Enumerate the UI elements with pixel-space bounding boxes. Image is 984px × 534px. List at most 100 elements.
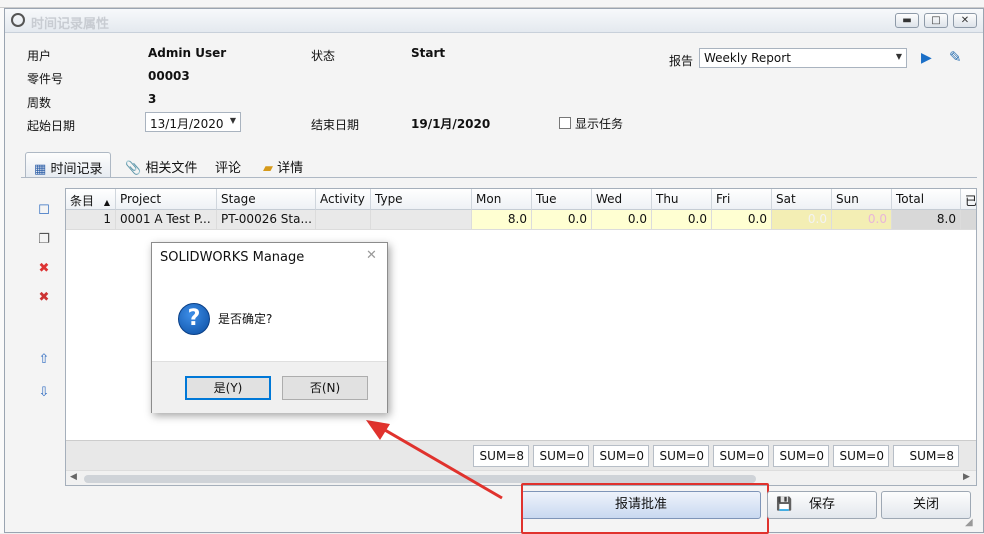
show-tasks-checkbox[interactable]	[559, 117, 571, 129]
week-value: 3	[148, 92, 157, 106]
tab-divider	[21, 177, 977, 178]
user-label: 用户	[27, 49, 52, 63]
chevron-down-icon: ▼	[895, 52, 902, 61]
close-button[interactable]: 关闭	[881, 491, 971, 519]
delete-record-icon[interactable]: ✖	[35, 260, 53, 278]
tab-label: 相关文件	[145, 161, 198, 176]
sum-sat: SUM=0	[773, 445, 829, 467]
status-value: Start	[411, 46, 446, 60]
question-icon: ?	[178, 303, 210, 335]
dialog-close-icon[interactable]: ✕	[366, 248, 377, 263]
column-header[interactable]: Stage	[217, 189, 316, 210]
wed-cell[interactable]: 0.0	[592, 210, 652, 230]
report-label: 报告	[669, 54, 694, 68]
column-header[interactable]: Total	[892, 189, 961, 210]
sun-cell[interactable]: 0.0	[832, 210, 892, 230]
tab-label: 评论	[215, 161, 242, 176]
new-record-icon[interactable]: ☐	[35, 202, 53, 220]
floppy-disk-icon: 💾	[776, 497, 793, 512]
column-header[interactable]: Wed	[592, 189, 652, 210]
row-index[interactable]: 1	[66, 210, 116, 230]
tab-comments[interactable]: 评论	[207, 152, 249, 178]
window-icon	[11, 13, 25, 27]
tab-related-files[interactable]: 📎 相关文件	[117, 152, 205, 178]
scroll-right-icon[interactable]: ▶	[963, 472, 970, 482]
activity-cell[interactable]	[316, 210, 371, 230]
type-cell[interactable]	[371, 210, 472, 230]
move-up-icon[interactable]: ⇧	[35, 351, 53, 369]
tab-label: 详情	[277, 161, 304, 176]
thu-cell[interactable]: 0.0	[652, 210, 712, 230]
column-header[interactable]: Activity	[316, 189, 371, 210]
column-header[interactable]: 条目 ▲	[66, 189, 116, 210]
chevron-down-icon: ▼	[229, 116, 236, 125]
background-toolbar	[0, 0, 984, 8]
part-value: 00003	[148, 69, 190, 83]
sort-ascending-icon: ▲	[103, 198, 110, 207]
save-label: 保存	[808, 497, 835, 512]
mon-cell[interactable]: 8.0	[472, 210, 532, 230]
paperclip-icon: 📎	[125, 161, 142, 176]
column-header[interactable]: Project	[116, 189, 217, 210]
header-text: 条目	[70, 194, 95, 208]
summary-row: SUM=8 SUM=0 SUM=0 SUM=0 SUM=0 SUM=0 SUM=…	[66, 440, 976, 470]
column-header[interactable]: 已	[961, 189, 976, 210]
minimize-button[interactable]: ▬	[895, 13, 919, 28]
end-date-value: 19/1月/2020	[411, 117, 491, 131]
dialog-footer: 是(Y) 否(N)	[152, 361, 387, 413]
sum-tue: SUM=0	[533, 445, 589, 467]
start-date-picker[interactable]: 13/1月/2020 ▼	[145, 112, 241, 132]
sum-total: SUM=8	[893, 445, 959, 467]
column-header[interactable]: Fri	[712, 189, 772, 210]
no-button[interactable]: 否(N)	[282, 376, 368, 400]
yes-button[interactable]: 是(Y)	[185, 376, 271, 400]
stage-cell[interactable]: PT-00026 Sta...	[217, 210, 316, 230]
column-header[interactable]: Sat	[772, 189, 832, 210]
week-label: 周数	[27, 96, 52, 110]
tab-time-records[interactable]: ▦ 时间记录	[25, 152, 112, 178]
sum-fri: SUM=0	[713, 445, 769, 467]
end-date-label: 结束日期	[311, 118, 360, 132]
tab-label: 时间记录	[50, 162, 103, 177]
extra-cell	[961, 210, 976, 230]
run-report-icon[interactable]: ▶	[921, 50, 932, 66]
close-window-button[interactable]: ✕	[953, 13, 977, 28]
dialog-title: SOLIDWORKS Manage	[160, 250, 305, 265]
arrow-shaft	[377, 424, 503, 500]
title-bar: 时间记录属性 ▬ □ ✕	[5, 9, 983, 33]
part-label: 零件号	[27, 72, 64, 86]
sat-cell[interactable]: 0.0	[772, 210, 832, 230]
total-cell: 8.0	[892, 210, 961, 230]
column-header[interactable]: Mon	[472, 189, 532, 210]
dialog-message: 是否确定?	[218, 312, 273, 326]
window-title: 时间记录属性	[31, 17, 110, 32]
user-value: Admin User	[148, 46, 227, 60]
save-button[interactable]: 💾 保存	[767, 491, 877, 519]
report-select[interactable]: Weekly Report ▼	[699, 48, 907, 68]
sum-wed: SUM=0	[593, 445, 649, 467]
scroll-left-icon[interactable]: ◀	[70, 472, 77, 482]
tab-details[interactable]: ▰ 详情	[255, 152, 311, 178]
move-down-icon[interactable]: ⇩	[35, 384, 53, 402]
delete-all-icon[interactable]: ✖	[35, 289, 53, 307]
copy-record-icon[interactable]: ❐	[35, 231, 53, 249]
edit-report-icon[interactable]: ✎	[949, 48, 962, 66]
maximize-button[interactable]: □	[924, 13, 948, 28]
annotation-arrow	[366, 420, 503, 500]
project-cell[interactable]: 0001 A Test P...	[116, 210, 217, 230]
sum-sun: SUM=0	[833, 445, 889, 467]
annotation-highlight-box	[521, 483, 769, 534]
column-header[interactable]: Thu	[652, 189, 712, 210]
column-header[interactable]: Sun	[832, 189, 892, 210]
tue-cell[interactable]: 0.0	[532, 210, 592, 230]
report-value: Weekly Report	[704, 51, 791, 65]
show-tasks-label: 显示任务	[575, 117, 624, 131]
column-header[interactable]: Type	[371, 189, 472, 210]
column-header[interactable]: Tue	[532, 189, 592, 210]
start-date-label: 起始日期	[27, 119, 76, 133]
details-icon: ▰	[263, 161, 273, 176]
fri-cell[interactable]: 0.0	[712, 210, 772, 230]
resize-grip-icon[interactable]: ◢	[965, 517, 973, 528]
confirm-dialog: SOLIDWORKS Manage ✕ ? 是否确定? 是(Y) 否(N)	[151, 242, 388, 413]
table-icon: ▦	[34, 162, 47, 177]
